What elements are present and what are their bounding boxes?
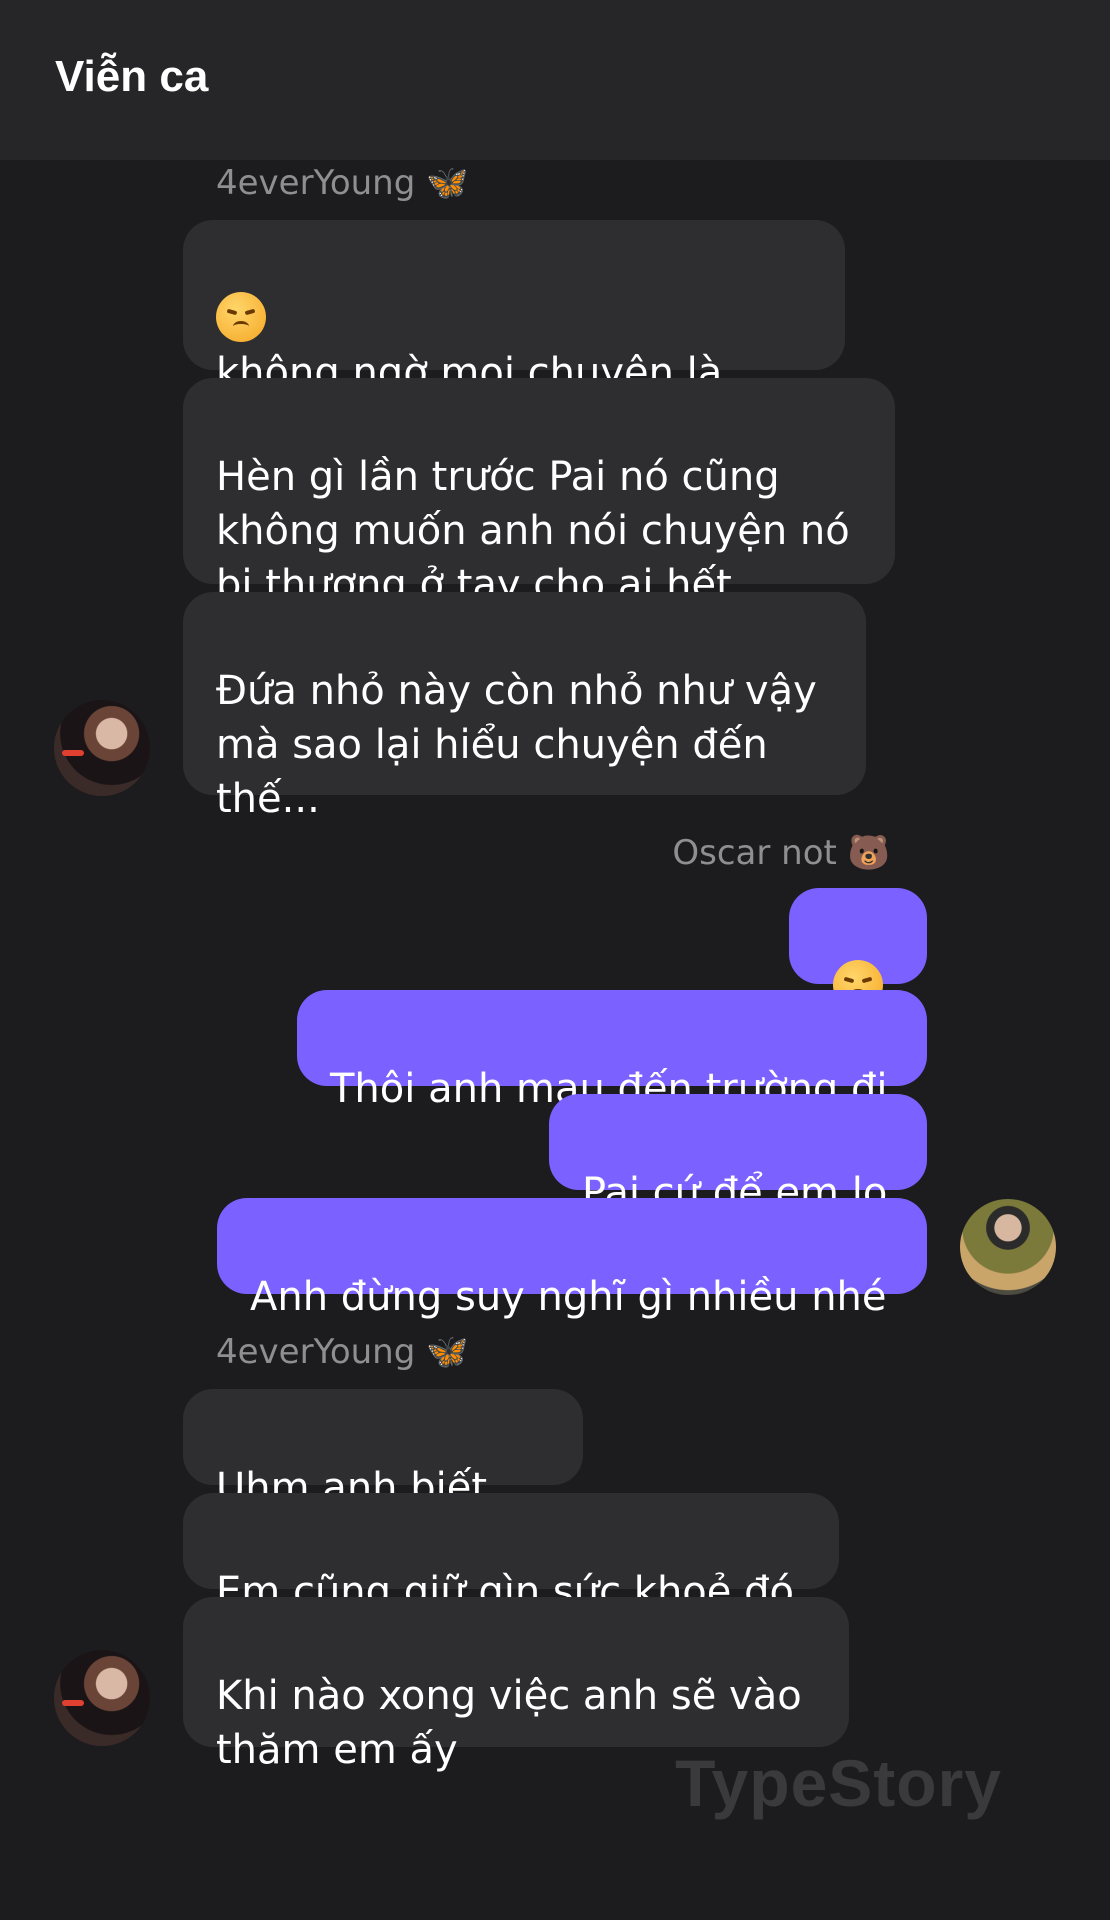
contact-avatar[interactable] (54, 700, 150, 796)
message-bubble-outgoing[interactable] (789, 888, 927, 1010)
message-bubble-outgoing[interactable]: Pai cứ để em lo (549, 1094, 927, 1216)
message-text: Đứa nhỏ này còn nhỏ như vậy mà sao lại h… (216, 668, 817, 822)
sender-name-outgoing: Oscar not 🐻 (672, 833, 890, 873)
disappointed-face-icon (216, 292, 266, 342)
chat-header: Viễn ca (0, 0, 1110, 160)
message-bubble-incoming[interactable]: Em cũng giữ gìn sức khoẻ đó (183, 1493, 839, 1615)
watermark-logo: TypeStory (675, 1746, 1002, 1820)
message-bubble-incoming[interactable]: Hèn gì lần trước Pai nó cũng không muốn … (183, 378, 895, 608)
message-bubble-incoming[interactable]: không ngờ mọi chuyện là như vậy (183, 220, 845, 450)
contact-avatar[interactable] (54, 1650, 150, 1746)
message-text: Hèn gì lần trước Pai nó cũng không muốn … (216, 454, 850, 608)
message-text: Anh đừng suy nghĩ gì nhiều nhé (250, 1274, 887, 1320)
message-bubble-incoming[interactable]: Đứa nhỏ này còn nhỏ như vậy mà sao lại h… (183, 592, 866, 822)
message-bubble-outgoing[interactable]: Thôi anh mau đến trường đi (297, 990, 927, 1112)
chat-screen: Viễn ca 4everYoung 🦋 không ngờ mọi chuyệ… (0, 0, 1110, 1920)
message-bubble-outgoing[interactable]: Anh đừng suy nghĩ gì nhiều nhé (217, 1198, 927, 1320)
chat-title: Viễn ca (55, 52, 209, 101)
sender-name-incoming: 4everYoung 🦋 (216, 163, 469, 203)
sender-name-incoming: 4everYoung 🦋 (216, 1332, 469, 1372)
message-bubble-incoming[interactable]: Khi nào xong việc anh sẽ vào thăm em ấy (183, 1597, 849, 1773)
user-avatar[interactable] (960, 1199, 1056, 1295)
message-bubble-incoming[interactable]: Uhm anh biết rồi (183, 1389, 583, 1565)
